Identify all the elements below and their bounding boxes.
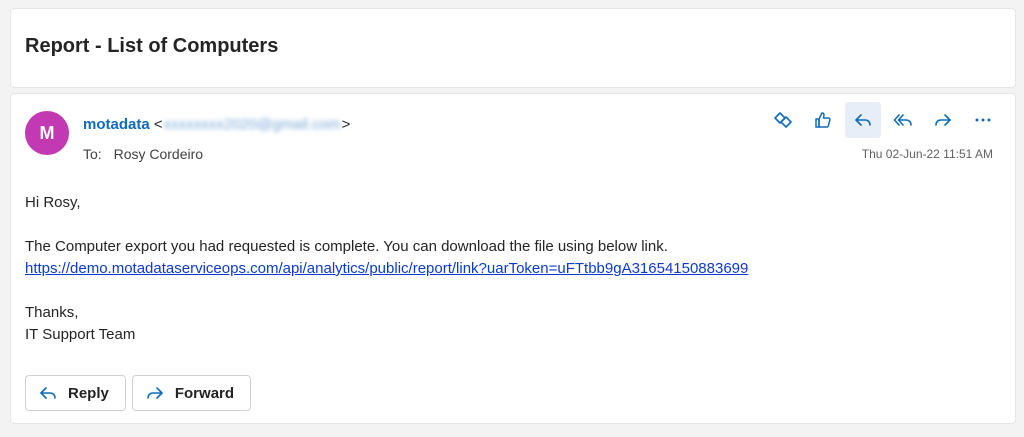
like-icon bbox=[815, 112, 831, 128]
sender-email[interactable]: xxxxxxxx2020@gmail.com bbox=[164, 116, 341, 133]
reply-button[interactable]: Reply bbox=[25, 375, 126, 411]
recipient-name[interactable]: Rosy Cordeiro bbox=[114, 146, 203, 162]
message-toolbar bbox=[765, 102, 1001, 138]
body-signoff: Thanks, bbox=[25, 304, 79, 321]
sender-avatar[interactable]: M bbox=[25, 111, 69, 155]
body-line: The Computer export you had requested is… bbox=[25, 238, 668, 255]
sender-name[interactable]: motadata bbox=[83, 116, 150, 133]
reply-toolbar-button[interactable] bbox=[845, 102, 881, 138]
forward-toolbar-button[interactable] bbox=[925, 102, 961, 138]
copilot-button[interactable] bbox=[765, 102, 801, 138]
reply-icon bbox=[40, 387, 56, 399]
message-timestamp: Thu 02-Jun-22 11:51 AM bbox=[861, 147, 993, 161]
sender-open-bracket: < bbox=[153, 116, 163, 133]
copilot-icon bbox=[774, 112, 792, 128]
recipient-line: To: Rosy Cordeiro bbox=[83, 146, 203, 162]
reply-actions: Reply Forward bbox=[25, 375, 252, 411]
report-link[interactable]: https://demo.motadataserviceops.com/api/… bbox=[25, 260, 748, 277]
more-icon bbox=[975, 118, 991, 122]
sender-line: motadata <xxxxxxxx2020@gmail.com> bbox=[83, 116, 350, 133]
more-actions-button[interactable] bbox=[965, 102, 1001, 138]
reply-all-button[interactable] bbox=[885, 102, 921, 138]
forward-icon bbox=[147, 387, 163, 399]
body-signature: IT Support Team bbox=[25, 326, 136, 343]
reply-all-icon bbox=[893, 114, 912, 126]
reply-icon bbox=[855, 114, 871, 126]
message-pane: M motadata <xxxxxxxx2020@gmail.com> To: … bbox=[10, 93, 1016, 424]
reply-button-label: Reply bbox=[68, 384, 109, 402]
like-button[interactable] bbox=[805, 102, 841, 138]
to-label: To: bbox=[83, 146, 102, 162]
message-body: Hi Rosy, The Computer export you had req… bbox=[25, 192, 748, 346]
sender-close-bracket: > bbox=[341, 116, 351, 133]
subject-header: Report - List of Computers bbox=[10, 8, 1016, 88]
body-greeting: Hi Rosy, bbox=[25, 194, 81, 211]
forward-button-label: Forward bbox=[174, 384, 235, 402]
forward-button[interactable]: Forward bbox=[131, 375, 252, 411]
forward-icon bbox=[935, 114, 951, 126]
email-subject: Report - List of Computers bbox=[25, 35, 279, 57]
